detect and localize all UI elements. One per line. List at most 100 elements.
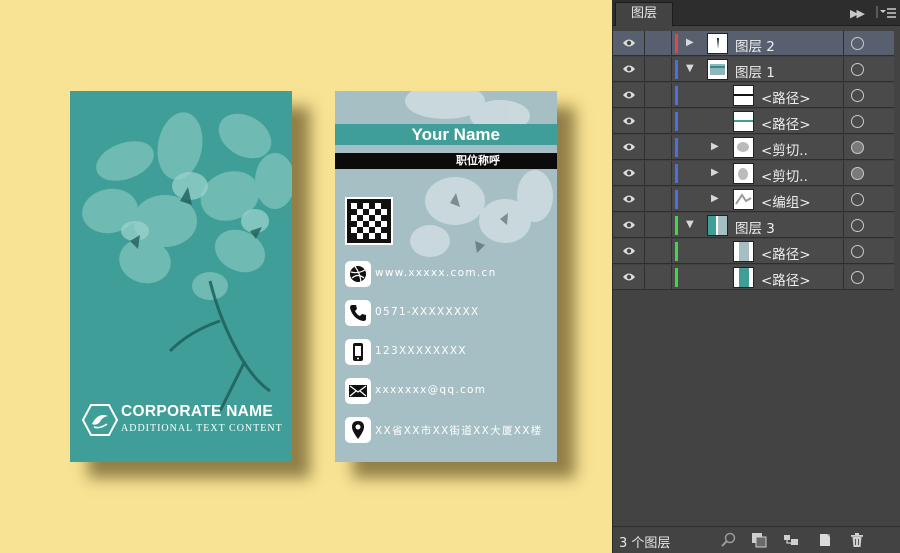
contact-text: xxxxxxx@qq.com: [375, 384, 487, 396]
business-card-front[interactable]: CORPORATE NAME ADDITIONAL TEXT CONTENT: [70, 91, 292, 462]
business-card-back[interactable]: Your Name 职位称呼 www.xxxxx.com.cn 0571-XXX…: [335, 91, 557, 462]
visibility-toggle[interactable]: [613, 57, 645, 82]
layer-color-strip: [675, 190, 678, 209]
target-circle-icon[interactable]: [851, 141, 864, 154]
target-circle-icon[interactable]: [851, 193, 864, 206]
new-sublayer-icon[interactable]: [783, 532, 799, 548]
layer-name[interactable]: 图层 1: [735, 61, 775, 81]
name-bar: Your Name: [335, 124, 557, 145]
layer-row[interactable]: ▼ 图层 3: [613, 213, 894, 238]
eye-icon: [623, 169, 635, 177]
target-circle-icon[interactable]: [851, 219, 864, 232]
location-icon: [345, 417, 371, 443]
layers-panel: 图层 ▶▶ ▶ 图层 2 ▼ 图层 1 <路径> <路径> ▶ <剪切.. ▶ …: [612, 0, 900, 553]
tab-layers[interactable]: 图层: [615, 2, 673, 26]
layer-name[interactable]: <路径>: [761, 269, 811, 289]
visibility-toggle[interactable]: [613, 161, 645, 186]
expand-arrow-icon[interactable]: ▶: [711, 167, 719, 178]
layer-name[interactable]: 图层 2: [735, 35, 775, 55]
layer-name[interactable]: <路径>: [761, 87, 811, 107]
layer-row[interactable]: ▶ <编组>: [613, 187, 894, 212]
layer-name[interactable]: <路径>: [761, 113, 811, 133]
layer-thumbnail: [733, 241, 754, 262]
mobile-icon: [345, 339, 371, 365]
lock-toggle[interactable]: [646, 239, 672, 264]
expand-arrow-icon[interactable]: ▶: [711, 193, 719, 204]
collapse-arrow-icon[interactable]: ▼: [686, 63, 694, 74]
panel-menu-icon[interactable]: [874, 4, 898, 20]
layer-row[interactable]: ▶ <剪切..: [613, 161, 894, 186]
layer-thumbnail: [707, 33, 728, 54]
layer-thumbnail: [733, 163, 754, 184]
visibility-toggle[interactable]: [613, 31, 645, 56]
target-circle-icon[interactable]: [851, 115, 864, 128]
lock-toggle[interactable]: [646, 135, 672, 160]
corporate-logo-icon: [82, 404, 118, 436]
visibility-toggle[interactable]: [613, 109, 645, 134]
layer-thumbnail: [733, 189, 754, 210]
eye-icon: [623, 117, 635, 125]
clipping-mask-icon[interactable]: [751, 532, 767, 548]
corporate-subtitle: ADDITIONAL TEXT CONTENT: [121, 423, 283, 434]
layer-count: 3 个图层: [619, 536, 671, 551]
lock-toggle[interactable]: [646, 265, 672, 290]
eye-icon: [623, 273, 635, 281]
trash-icon[interactable]: [849, 532, 865, 548]
layer-row[interactable]: <路径>: [613, 109, 894, 134]
mail-icon: [345, 378, 371, 404]
layer-row[interactable]: ▶ 图层 2: [613, 31, 894, 56]
target-circle-icon[interactable]: [851, 63, 864, 76]
target-circle-icon[interactable]: [851, 167, 864, 180]
expand-arrow-icon[interactable]: ▶: [711, 141, 719, 152]
visibility-toggle[interactable]: [613, 135, 645, 160]
expand-arrow-icon[interactable]: ▶: [686, 37, 694, 48]
collapse-panel-icon[interactable]: ▶▶: [850, 7, 865, 20]
layer-row[interactable]: <路径>: [613, 265, 894, 290]
panel-tabbar: 图层 ▶▶: [613, 0, 900, 26]
layer-color-strip: [675, 34, 678, 53]
visibility-toggle[interactable]: [613, 213, 645, 238]
lock-toggle[interactable]: [646, 187, 672, 212]
lock-toggle[interactable]: [646, 57, 672, 82]
phone-icon: [345, 300, 371, 326]
layer-row[interactable]: ▼ 图层 1: [613, 57, 894, 82]
collapse-arrow-icon[interactable]: ▼: [686, 219, 694, 230]
lock-toggle[interactable]: [646, 161, 672, 186]
layer-row[interactable]: <路径>: [613, 239, 894, 264]
layer-thumbnail: [733, 137, 754, 158]
eye-icon: [623, 65, 635, 73]
contact-text: 0571-XXXXXXXX: [375, 306, 480, 318]
layer-thumbnail: [733, 85, 754, 106]
locate-object-icon[interactable]: [721, 532, 737, 548]
eye-icon: [623, 143, 635, 151]
layer-row[interactable]: <路径>: [613, 83, 894, 108]
layer-row[interactable]: ▶ <剪切..: [613, 135, 894, 160]
target-circle-icon[interactable]: [851, 37, 864, 50]
contact-email: xxxxxxx@qq.com: [345, 378, 557, 404]
layer-name[interactable]: <剪切..: [761, 139, 808, 159]
eye-icon: [623, 221, 635, 229]
layer-name[interactable]: 图层 3: [735, 217, 775, 237]
layer-color-strip: [675, 60, 678, 79]
visibility-toggle[interactable]: [613, 265, 645, 290]
target-circle-icon[interactable]: [851, 271, 864, 284]
visibility-toggle[interactable]: [613, 187, 645, 212]
visibility-toggle[interactable]: [613, 239, 645, 264]
eye-icon: [623, 195, 635, 203]
lock-toggle[interactable]: [646, 213, 672, 238]
layer-name[interactable]: <编组>: [761, 191, 811, 211]
layer-color-strip: [675, 268, 678, 287]
layer-name[interactable]: <剪切..: [761, 165, 808, 185]
visibility-toggle[interactable]: [613, 83, 645, 108]
target-circle-icon[interactable]: [851, 89, 864, 102]
lock-toggle[interactable]: [646, 31, 672, 56]
artboard-canvas[interactable]: CORPORATE NAME ADDITIONAL TEXT CONTENT Y…: [0, 0, 612, 553]
target-circle-icon[interactable]: [851, 245, 864, 258]
layer-thumbnail: [733, 111, 754, 132]
new-layer-icon[interactable]: [817, 532, 833, 548]
lock-toggle[interactable]: [646, 83, 672, 108]
corporate-name: CORPORATE NAME: [121, 403, 274, 420]
lock-toggle[interactable]: [646, 109, 672, 134]
layer-color-strip: [675, 216, 678, 235]
layer-name[interactable]: <路径>: [761, 243, 811, 263]
